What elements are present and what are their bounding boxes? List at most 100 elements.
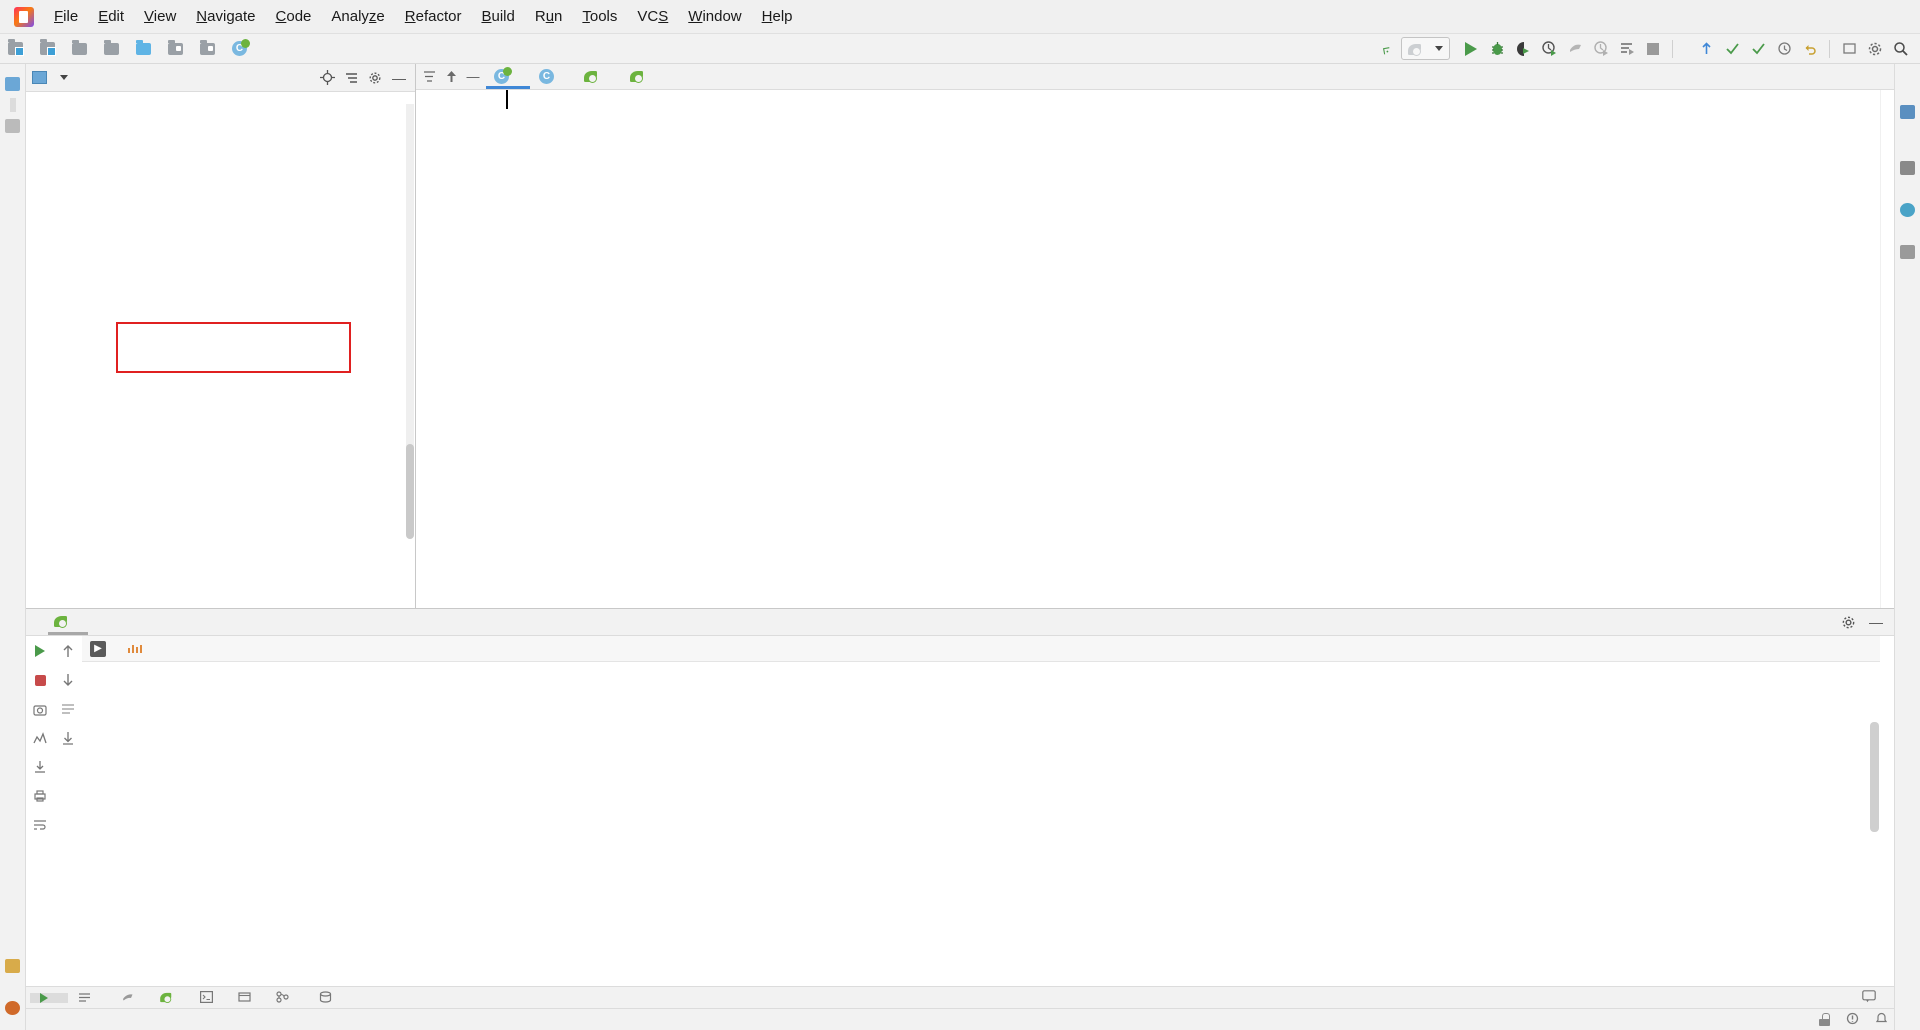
breadcrumb-src[interactable]: [72, 39, 92, 55]
scroll-down-icon[interactable]: [58, 670, 78, 690]
menu-vcs[interactable]: VCS: [627, 4, 678, 29]
editor-main[interactable]: [416, 90, 1894, 608]
tool-window-run[interactable]: [30, 992, 68, 1003]
menu-analyze[interactable]: Analyze: [321, 4, 394, 29]
tool-window-version-control[interactable]: [266, 990, 309, 1006]
sidebar-item-maven[interactable]: [1905, 70, 1911, 84]
menu-edit[interactable]: Edit: [88, 4, 134, 29]
project-tree[interactable]: [26, 92, 415, 608]
run-with-coverage-button[interactable]: [1510, 36, 1536, 62]
sidebar-item-bean-validation[interactable]: [1905, 140, 1911, 154]
stop-button[interactable]: [1640, 36, 1666, 62]
tool-window-database-changes[interactable]: [309, 990, 347, 1006]
lock-icon[interactable]: [1819, 1013, 1830, 1026]
commit-icon[interactable]: [1719, 36, 1745, 62]
maximize-button[interactable]: [1828, 0, 1874, 34]
update-project-icon[interactable]: [1693, 36, 1719, 62]
sidebar-item-favorites[interactable]: [10, 938, 16, 952]
sidebar-item-restservices[interactable]: [1905, 224, 1911, 238]
hide-editor-icon[interactable]: —: [464, 68, 482, 86]
sidebar-item-word-book[interactable]: [1905, 266, 1911, 280]
pin-icon[interactable]: [442, 68, 460, 86]
stop-icon[interactable]: [30, 670, 50, 690]
sidebar-item-ant[interactable]: [1905, 84, 1911, 98]
collapse-all-icon[interactable]: [341, 68, 361, 88]
breadcrumb-java[interactable]: [136, 39, 156, 55]
rerun-icon[interactable]: [30, 641, 50, 661]
camera-icon[interactable]: [30, 699, 50, 719]
gear-icon[interactable]: [1838, 612, 1858, 632]
scroll-up-icon[interactable]: [58, 641, 78, 661]
chevron-down-icon[interactable]: [60, 75, 68, 80]
tree-scrollbar-thumb[interactable]: [406, 444, 414, 539]
menu-window[interactable]: Window: [678, 4, 751, 29]
sidebar-item-web[interactable]: [10, 980, 16, 994]
menu-run[interactable]: Run: [525, 4, 573, 29]
run-list-button[interactable]: [1614, 36, 1640, 62]
sort-tabs-icon[interactable]: [420, 68, 438, 86]
rerun-button[interactable]: [1588, 36, 1614, 62]
code-text-area[interactable]: [500, 90, 1880, 608]
run-configuration-selector[interactable]: [1401, 37, 1450, 60]
tool-window-terminal[interactable]: [190, 990, 228, 1006]
trace-icon[interactable]: [30, 728, 50, 748]
editor-marker-bar[interactable]: [1880, 90, 1894, 608]
wrap-text-icon[interactable]: [30, 815, 50, 835]
menu-file[interactable]: File: [44, 4, 88, 29]
settings-icon[interactable]: [365, 68, 385, 88]
find-icon[interactable]: [1888, 36, 1914, 62]
tool-window-spring[interactable]: [149, 990, 190, 1005]
menu-code[interactable]: Code: [266, 4, 322, 29]
notification-icon[interactable]: [1875, 1012, 1888, 1028]
menu-help[interactable]: Help: [752, 4, 803, 29]
build-button[interactable]: [1562, 36, 1588, 62]
tool-window-todo[interactable]: [68, 990, 111, 1006]
soft-wrap-icon[interactable]: [58, 699, 78, 719]
push-icon[interactable]: [1745, 36, 1771, 62]
run-button[interactable]: [1458, 36, 1484, 62]
export-icon[interactable]: [30, 757, 50, 777]
tab-endpoints[interactable]: [128, 642, 150, 656]
history-icon[interactable]: [1771, 36, 1797, 62]
sidebar-item-project[interactable]: [9, 98, 16, 112]
sidebar-item-structure[interactable]: [10, 140, 16, 154]
tab-esconfig-java[interactable]: C: [531, 64, 576, 89]
search-everywhere-icon[interactable]: [1836, 36, 1862, 62]
settings-icon[interactable]: [1862, 36, 1888, 62]
profile-button[interactable]: [1536, 36, 1562, 62]
debug-button[interactable]: [1484, 36, 1510, 62]
menu-navigate[interactable]: Navigate: [186, 4, 265, 29]
scroll-to-end-icon[interactable]: [58, 728, 78, 748]
rollback-icon[interactable]: [1797, 36, 1823, 62]
editor-gutter[interactable]: [416, 90, 500, 608]
inspection-icon[interactable]: [1846, 1012, 1859, 1028]
hide-icon[interactable]: —: [389, 68, 409, 88]
tool-window-build[interactable]: [111, 990, 149, 1006]
back-arrow-icon[interactable]: ⟔: [1381, 37, 1393, 59]
locate-icon[interactable]: [317, 68, 337, 88]
tab-foodie-api-application-yml[interactable]: [576, 64, 622, 89]
sidebar-item-decompile[interactable]: [1905, 1006, 1911, 1020]
sidebar-item-sciview[interactable]: [1905, 182, 1911, 196]
run-tab-application[interactable]: [48, 610, 88, 635]
menu-build[interactable]: Build: [471, 4, 524, 29]
console-output[interactable]: [82, 662, 1880, 986]
breadcrumb-main[interactable]: [104, 39, 124, 55]
minimize-icon[interactable]: —: [1866, 612, 1886, 632]
breadcrumb-application[interactable]: C: [232, 39, 252, 56]
minimize-button[interactable]: [1782, 0, 1828, 34]
tab-console[interactable]: ▶: [90, 640, 112, 657]
tab-foodie-dev-elasticsearch-application-yml[interactable]: [622, 64, 668, 89]
breadcrumb-foodie-div[interactable]: [8, 39, 28, 56]
close-button[interactable]: [1874, 0, 1920, 34]
sidebar-item-database[interactable]: [1905, 126, 1911, 140]
tool-window-java-enterprise[interactable]: [228, 990, 266, 1006]
tab-application-java[interactable]: C: [486, 64, 531, 89]
breadcrumb-beyond[interactable]: [200, 39, 220, 55]
menu-view[interactable]: View: [134, 4, 186, 29]
event-log-area[interactable]: [1862, 989, 1894, 1006]
breadcrumb-foodie-dev-elasticsearch[interactable]: [40, 39, 60, 56]
print-icon[interactable]: [30, 786, 50, 806]
breadcrumb-com[interactable]: [168, 39, 188, 55]
menu-refactor[interactable]: Refactor: [395, 4, 472, 29]
